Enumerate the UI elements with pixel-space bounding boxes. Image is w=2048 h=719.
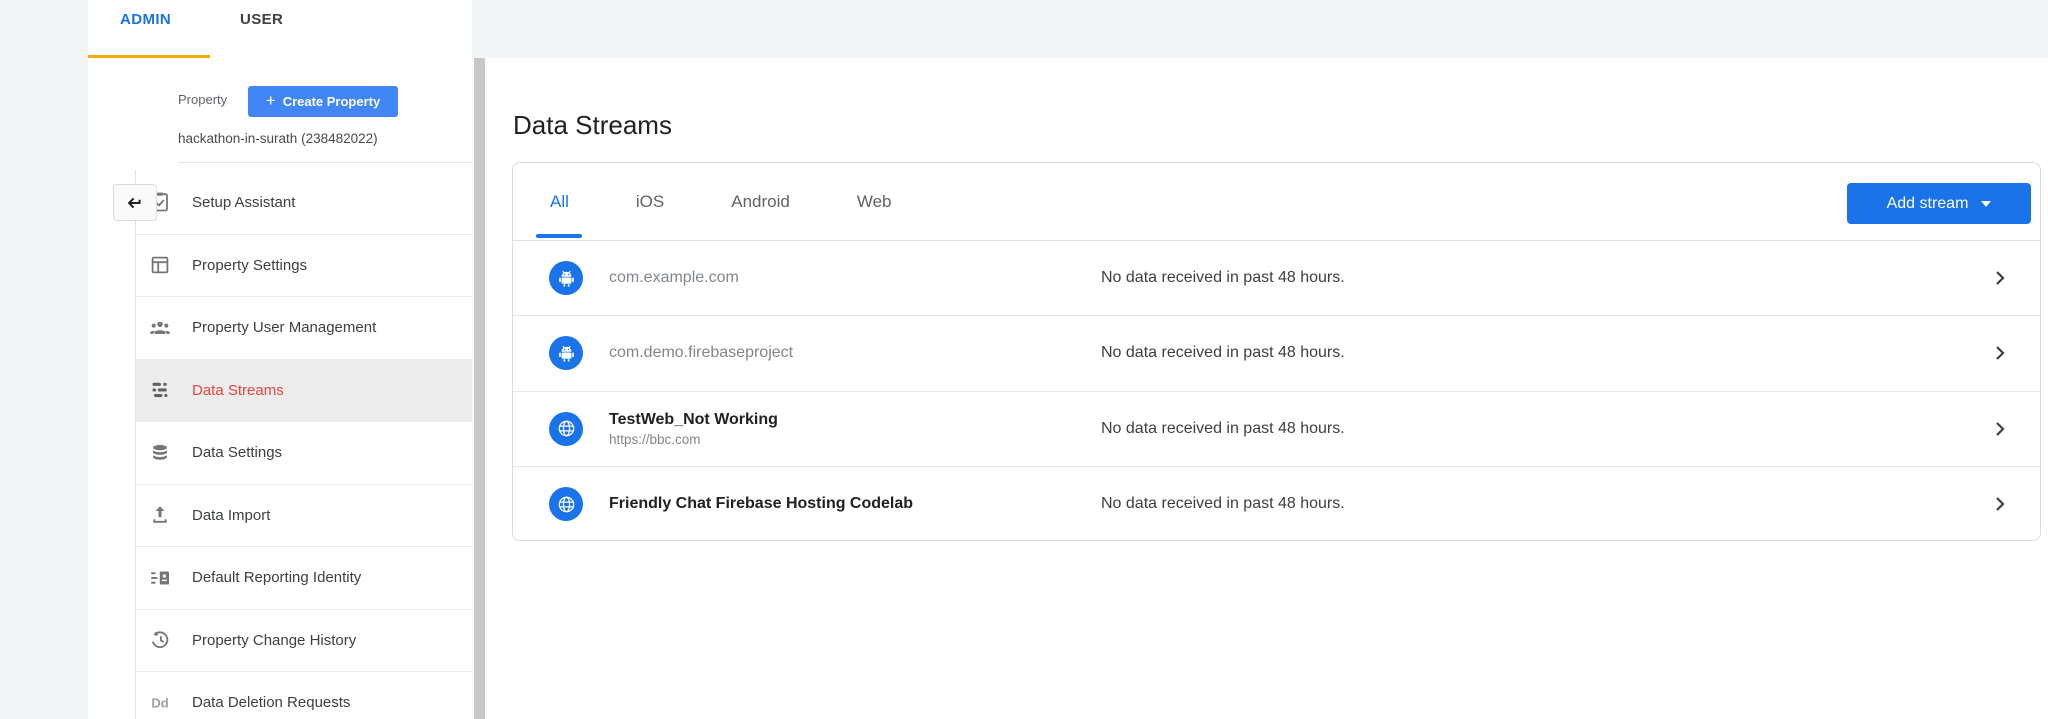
sidebar-item-property-change-history[interactable]: Property Change History [135, 609, 472, 672]
filter-tab-ios[interactable]: iOS [634, 163, 666, 240]
plus-icon: + [266, 92, 276, 109]
upload-icon [148, 503, 172, 527]
add-stream-button[interactable]: Add stream [1847, 183, 2031, 224]
sidebar-item-property-user-management[interactable]: Property User Management [135, 296, 472, 359]
active-tab-underline [88, 55, 210, 58]
sidebar-item-property-settings[interactable]: Property Settings [135, 234, 472, 297]
dd-letters-icon: Dd [148, 691, 172, 715]
divider [178, 162, 472, 163]
sidebar-item-label: Data Streams [192, 382, 284, 399]
sidebar-item-label: Data Deletion Requests [192, 694, 350, 711]
selected-property-name[interactable]: hackathon-in-surath (238482022) [178, 131, 378, 146]
chevron-right-icon[interactable] [1988, 417, 2012, 441]
sidebar-item-label: Property User Management [192, 319, 376, 336]
filter-tab-android[interactable]: Android [729, 163, 792, 240]
people-icon [148, 316, 172, 340]
caret-down-icon [1981, 201, 1991, 207]
analytics-admin-page: ADMIN USER Property + Create Property ha… [0, 0, 2048, 719]
sidebar-item-data-import[interactable]: Data Import [135, 484, 472, 547]
stream-status: No data received in past 48 hours. [1101, 344, 1345, 362]
sidebar-item-label: Data Settings [192, 444, 282, 461]
property-section-label: Property [178, 92, 227, 107]
svg-text:Dd: Dd [151, 695, 168, 710]
data-streams-icon [148, 378, 172, 402]
create-property-button[interactable]: + Create Property [248, 86, 398, 117]
tab-user[interactable]: USER [240, 11, 283, 28]
globe-icon [549, 412, 583, 446]
property-menu: Setup Assistant Property Settings [135, 171, 472, 719]
stream-name: com.example.com [609, 269, 739, 287]
back-arrow-icon [124, 192, 146, 214]
window-layout-icon [148, 253, 172, 277]
stream-url: https://bbc.com [609, 432, 778, 447]
panel-divider [135, 170, 136, 719]
stream-name: TestWeb_Not Working [609, 411, 778, 429]
scrollbar-thumb[interactable] [474, 58, 485, 719]
sidebar-item-label: Property Settings [192, 257, 307, 274]
stream-status: No data received in past 48 hours. [1101, 420, 1345, 438]
stream-name: Friendly Chat Firebase Hosting Codelab [609, 495, 913, 513]
sidebar-item-label: Property Change History [192, 632, 356, 649]
sidebar-item-label: Data Import [192, 507, 270, 524]
stream-row[interactable]: com.example.com No data received in past… [513, 241, 2040, 316]
stream-row[interactable]: Friendly Chat Firebase Hosting Codelab N… [513, 467, 2040, 542]
chevron-right-icon[interactable] [1988, 341, 2012, 365]
globe-icon [549, 487, 583, 521]
stream-row[interactable]: com.demo.firebaseproject No data receive… [513, 316, 2040, 391]
stream-name: com.demo.firebaseproject [609, 344, 793, 362]
sidebar-item-default-reporting-identity[interactable]: Default Reporting Identity [135, 546, 472, 609]
stream-status: No data received in past 48 hours. [1101, 269, 1345, 287]
add-stream-label: Add stream [1887, 195, 1969, 213]
stream-status: No data received in past 48 hours. [1101, 495, 1345, 513]
sidebar-item-data-settings[interactable]: Data Settings [135, 421, 472, 484]
page-title: Data Streams [513, 110, 672, 141]
tab-admin[interactable]: ADMIN [120, 11, 171, 28]
sidebar-item-label: Default Reporting Identity [192, 569, 361, 586]
chevron-right-icon[interactable] [1988, 492, 2012, 516]
sidebar-scrollbar[interactable] [473, 58, 486, 719]
sidebar-item-data-streams[interactable]: Data Streams [135, 359, 472, 422]
card-header: All iOS Android Web Add stream [513, 163, 2040, 241]
collapse-panel-button[interactable] [113, 184, 157, 221]
sidebar-item-data-deletion-requests[interactable]: Dd Data Deletion Requests [135, 671, 472, 719]
android-icon [549, 261, 583, 295]
main-content: Data Streams All iOS Android Web Add str… [486, 58, 2048, 719]
filter-tab-all[interactable]: All [548, 163, 571, 240]
sidebar-item-setup-assistant[interactable]: Setup Assistant [135, 171, 472, 234]
data-streams-card: All iOS Android Web Add stream [512, 162, 2041, 541]
admin-panel: ADMIN USER Property + Create Property ha… [88, 0, 472, 719]
history-icon [148, 628, 172, 652]
android-icon [549, 336, 583, 370]
stream-filter-tabs: All iOS Android Web [548, 163, 894, 240]
filter-tab-web[interactable]: Web [855, 163, 894, 240]
database-icon [148, 441, 172, 465]
stream-row[interactable]: TestWeb_Not Working https://bbc.com No d… [513, 392, 2040, 467]
identity-card-icon [148, 566, 172, 590]
sidebar-item-label: Setup Assistant [192, 194, 295, 211]
chevron-right-icon[interactable] [1988, 266, 2012, 290]
create-property-label: Create Property [283, 94, 381, 109]
